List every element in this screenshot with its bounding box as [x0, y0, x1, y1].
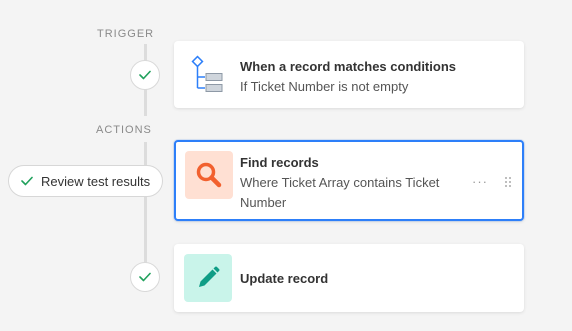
review-test-results-label: Review test results	[41, 173, 151, 189]
check-icon	[139, 70, 151, 80]
conditions-tree-icon	[184, 51, 232, 99]
check-icon	[21, 176, 33, 186]
check-icon	[139, 272, 151, 282]
find-records-title: Find records	[240, 155, 319, 170]
trigger-card-title: When a record matches conditions	[240, 59, 456, 74]
trigger-section-label: TRIGGER	[97, 28, 155, 40]
more-options-button[interactable]: ···	[472, 174, 488, 189]
update-record-title: Update record	[240, 271, 329, 286]
update-record-card[interactable]: Update record	[174, 244, 524, 312]
review-test-results-button[interactable]: Review test results	[8, 165, 164, 197]
trigger-card[interactable]: When a record matches conditions If Tick…	[174, 41, 524, 108]
update-status-check	[130, 262, 160, 292]
find-records-card[interactable]: Find records Where Ticket Array contains…	[174, 140, 524, 221]
actions-section-label: ACTIONS	[96, 124, 152, 136]
pencil-icon	[184, 254, 232, 302]
drag-handle-icon[interactable]	[504, 175, 512, 193]
trigger-card-subtitle: If Ticket Number is not empty	[240, 79, 409, 94]
search-icon	[185, 151, 233, 199]
find-records-subtitle: Where Ticket Array contains Ticket Numbe…	[240, 175, 440, 210]
trigger-status-check	[130, 60, 160, 90]
